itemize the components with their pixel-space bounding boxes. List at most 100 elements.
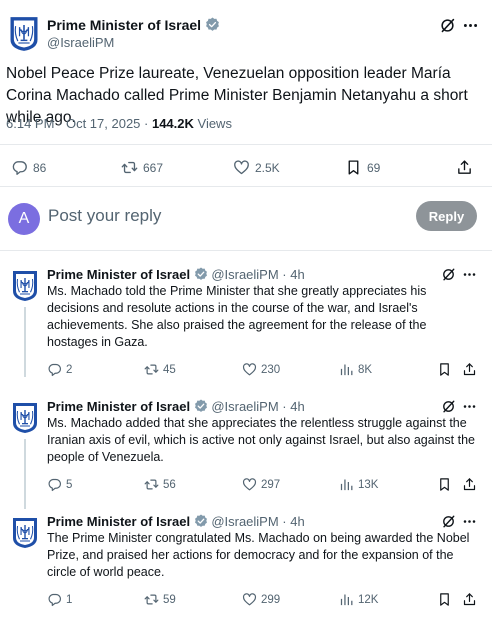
verified-badge-icon[interactable] xyxy=(194,267,208,282)
verified-badge-icon[interactable] xyxy=(205,17,220,33)
repost-button[interactable]: 56 xyxy=(144,477,176,492)
views-icon xyxy=(339,477,354,492)
author-handle[interactable]: @IsraeliPM xyxy=(47,35,114,50)
views-icon xyxy=(339,592,354,607)
author-name[interactable]: Prime Minister of Israel xyxy=(47,514,190,529)
share-button[interactable] xyxy=(462,592,481,607)
grok-icon[interactable] xyxy=(441,399,456,414)
like-count: 297 xyxy=(261,478,281,491)
bookmark-icon xyxy=(345,159,362,176)
divider xyxy=(0,250,492,251)
views-button[interactable]: 13K xyxy=(339,477,378,492)
reply-count: 2 xyxy=(66,363,73,376)
like-button[interactable]: 297 xyxy=(242,477,280,492)
reply-header: Prime Minister of Israel @IsraeliPM · 4h xyxy=(47,267,305,282)
repost-icon xyxy=(144,477,159,492)
like-button[interactable]: 299 xyxy=(242,592,280,607)
post-age[interactable]: · 4h xyxy=(279,514,304,529)
reply-text: Ms. Machado added that she appreciates t… xyxy=(47,416,476,464)
like-count: 230 xyxy=(261,363,281,376)
more-icon[interactable] xyxy=(462,17,479,34)
repost-button[interactable]: 45 xyxy=(144,362,176,377)
reply-count: 86 xyxy=(33,160,47,175)
israel-emblem-icon[interactable] xyxy=(12,517,38,549)
repost-icon xyxy=(144,362,159,377)
repost-icon xyxy=(144,592,159,607)
bookmark-button[interactable] xyxy=(437,362,456,377)
reply-button[interactable]: 1 xyxy=(47,592,72,607)
repost-count: 59 xyxy=(163,593,176,606)
reply-submit-button[interactable]: Reply xyxy=(416,201,477,231)
post-age[interactable]: · 4h xyxy=(279,267,304,282)
share-icon xyxy=(462,362,477,377)
verified-badge-icon[interactable] xyxy=(194,514,208,529)
user-avatar[interactable]: A xyxy=(8,203,40,235)
share-button[interactable] xyxy=(456,159,478,176)
more-icon[interactable] xyxy=(462,399,477,414)
like-button[interactable]: 230 xyxy=(242,362,280,377)
repost-button[interactable]: 59 xyxy=(144,592,176,607)
views-button[interactable]: 8K xyxy=(339,362,372,377)
views-count: 8K xyxy=(358,363,373,376)
post-age[interactable]: · 4h xyxy=(279,399,304,414)
share-icon xyxy=(456,159,473,176)
author-name[interactable]: Prime Minister of Israel xyxy=(47,17,220,33)
like-icon xyxy=(242,362,257,377)
repost-count: 56 xyxy=(163,478,176,491)
reply-button[interactable]: 86 xyxy=(11,159,46,176)
reply-count: 1 xyxy=(66,593,73,606)
like-icon xyxy=(233,159,250,176)
divider xyxy=(0,144,492,145)
bookmark-icon xyxy=(437,362,452,377)
author-handle[interactable]: @IsraeliPM xyxy=(211,399,278,414)
more-icon[interactable] xyxy=(462,514,477,529)
verified-badge-icon[interactable] xyxy=(194,399,208,414)
israel-emblem-icon[interactable] xyxy=(12,270,38,302)
reply-actions: 2 45 230 8K xyxy=(0,362,492,380)
grok-icon[interactable] xyxy=(441,514,456,529)
reply-header: Prime Minister of Israel @IsraeliPM · 4h xyxy=(47,514,305,529)
views-count: 144.2K xyxy=(151,116,194,131)
bookmark-button[interactable] xyxy=(437,477,456,492)
repost-count: 667 xyxy=(143,160,164,175)
bookmark-count: 69 xyxy=(367,160,381,175)
reply-icon xyxy=(11,159,28,176)
reply-input[interactable] xyxy=(48,206,368,226)
reply-button[interactable]: 2 xyxy=(47,362,72,377)
views-button[interactable]: 12K xyxy=(339,592,378,607)
like-button[interactable]: 2.5K xyxy=(233,159,280,176)
repost-count: 45 xyxy=(163,363,176,376)
views-count: 13K xyxy=(358,478,379,491)
bookmark-button[interactable]: 69 xyxy=(345,159,380,176)
like-icon xyxy=(242,477,257,492)
author-name-text[interactable]: Prime Minister of Israel xyxy=(47,17,201,33)
author-name[interactable]: Prime Minister of Israel xyxy=(47,267,190,282)
author-handle[interactable]: @IsraeliPM xyxy=(211,514,278,529)
repost-button[interactable]: 667 xyxy=(121,159,163,176)
thread-line xyxy=(24,439,26,509)
like-count: 2.5K xyxy=(255,160,280,175)
like-count: 299 xyxy=(261,593,281,606)
reply-button[interactable]: 5 xyxy=(47,477,72,492)
share-button[interactable] xyxy=(462,477,481,492)
more-icon[interactable] xyxy=(462,267,477,282)
tweet-meta: 6:14 PM · Oct 17, 2025 · 144.2K Views xyxy=(6,116,232,131)
reply-actions: 5 56 297 13K xyxy=(0,477,492,495)
grok-icon[interactable] xyxy=(439,17,456,34)
divider xyxy=(0,186,492,187)
bookmark-icon xyxy=(437,477,452,492)
israel-emblem-icon[interactable] xyxy=(12,402,38,434)
views-label: Views xyxy=(193,116,232,131)
author-name[interactable]: Prime Minister of Israel xyxy=(47,399,190,414)
reply-header: Prime Minister of Israel @IsraeliPM · 4h xyxy=(47,399,305,414)
repost-icon xyxy=(121,159,138,176)
share-button[interactable] xyxy=(462,362,481,377)
grok-icon[interactable] xyxy=(441,267,456,282)
like-icon xyxy=(242,592,257,607)
bookmark-button[interactable] xyxy=(437,592,456,607)
views-icon xyxy=(339,362,354,377)
israel-emblem-icon[interactable] xyxy=(9,16,39,52)
views-count: 12K xyxy=(358,593,379,606)
author-handle[interactable]: @IsraeliPM xyxy=(211,267,278,282)
tweet-timestamp[interactable]: 6:14 PM · Oct 17, 2025 · xyxy=(6,116,152,131)
